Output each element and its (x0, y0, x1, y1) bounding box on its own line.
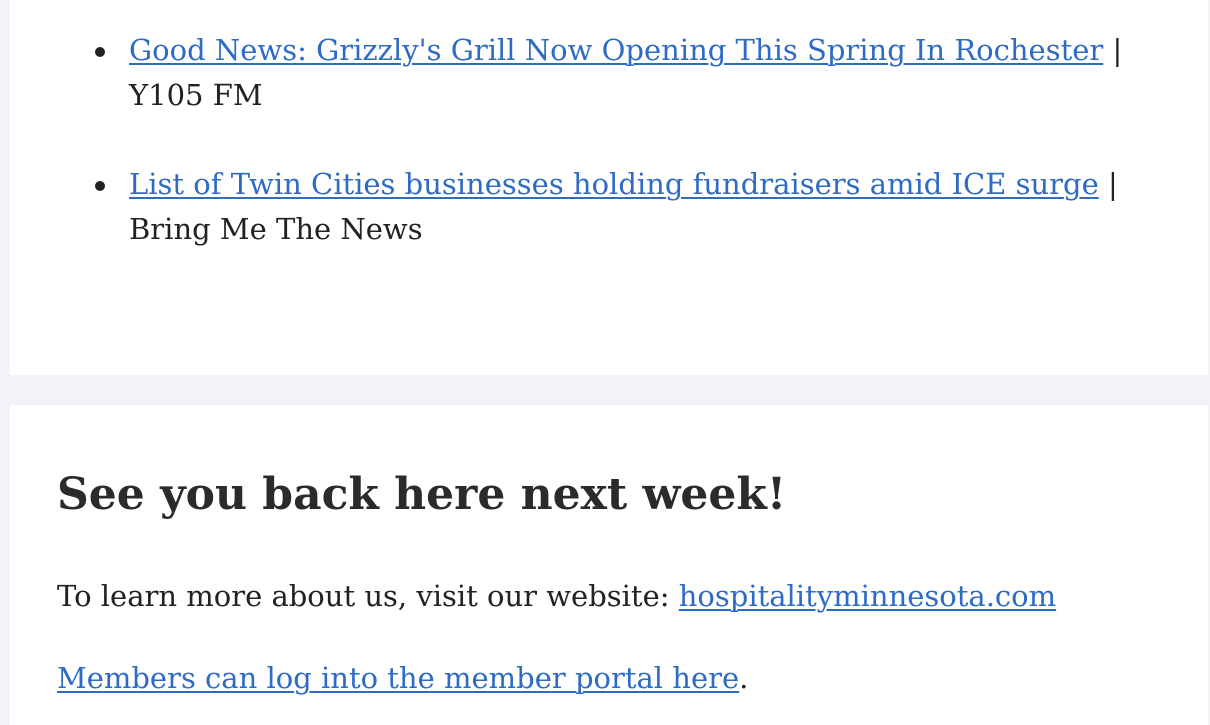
news-source: Bring Me The News (129, 212, 423, 246)
news-link-grizzlys-grill[interactable]: Good News: Grizzly's Grill Now Opening T… (129, 33, 1103, 67)
news-section: Good News: Grizzly's Grill Now Opening T… (10, 0, 1208, 375)
member-portal-paragraph: Members can log into the member portal h… (57, 658, 748, 698)
list-item: Good News: Grizzly's Grill Now Opening T… (10, 28, 1208, 118)
bullet-icon (95, 181, 105, 191)
bullet-icon (95, 47, 105, 57)
news-link-twin-cities-fundraisers[interactable]: List of Twin Cities businesses holding f… (129, 167, 1099, 201)
news-separator: | (1112, 33, 1123, 67)
list-item: List of Twin Cities businesses holding f… (10, 162, 1208, 252)
website-link[interactable]: hospitalityminnesota.com (679, 579, 1056, 613)
closing-heading: See you back here next week! (57, 469, 787, 520)
news-separator: | (1107, 167, 1118, 201)
learn-more-paragraph: To learn more about us, visit our websit… (57, 576, 1056, 616)
learn-more-text: To learn more about us, visit our websit… (57, 579, 679, 613)
member-portal-link[interactable]: Members can log into the member portal h… (57, 661, 739, 695)
news-source: Y105 FM (129, 78, 263, 112)
portal-suffix: . (739, 661, 749, 695)
closing-section: See you back here next week! To learn mo… (10, 405, 1208, 725)
news-list: Good News: Grizzly's Grill Now Opening T… (10, 28, 1208, 296)
